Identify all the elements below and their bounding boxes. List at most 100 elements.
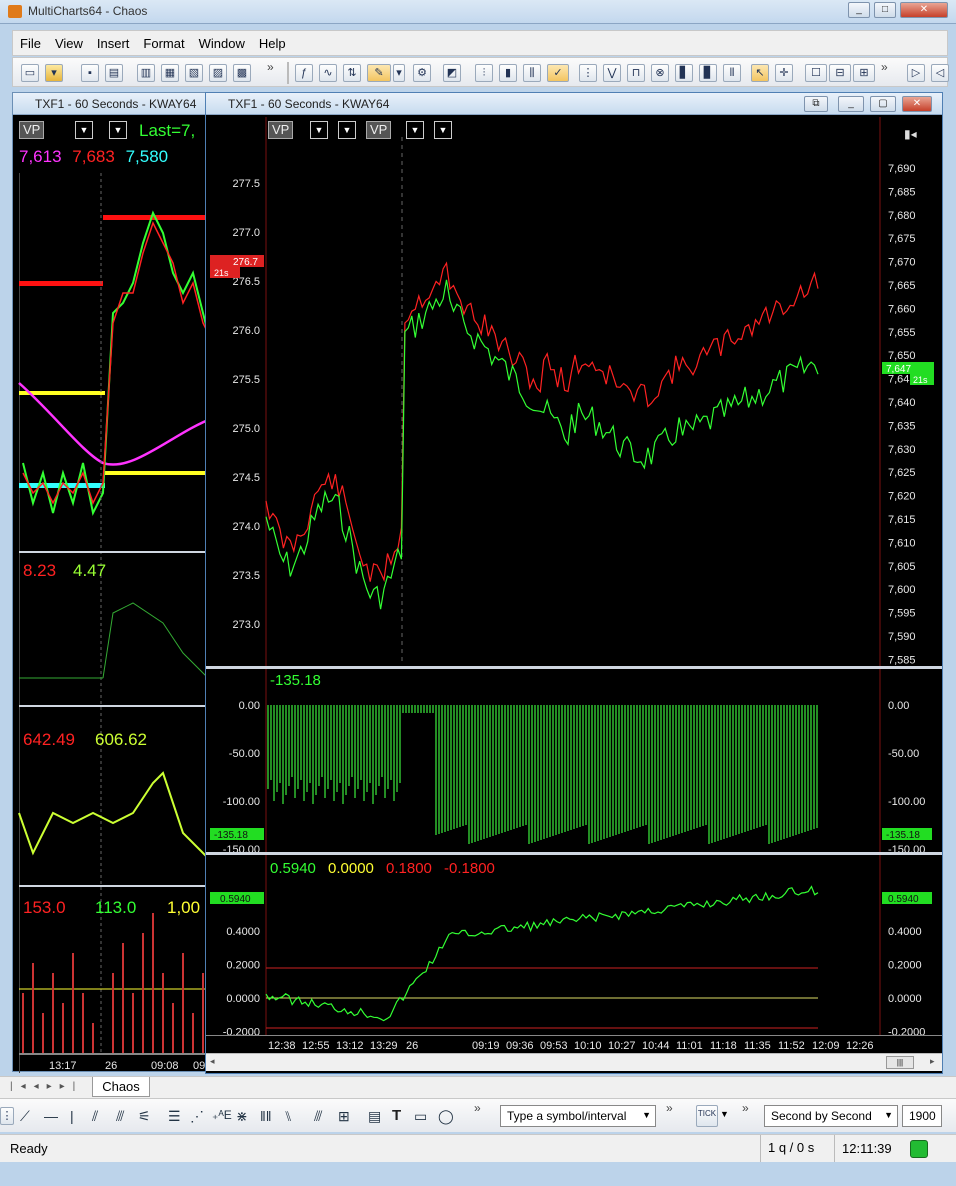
scanner-window-icon[interactable]: ▧ — [185, 64, 203, 82]
trend-line-icon[interactable]: ⟋ — [20, 1108, 30, 1125]
left-axis-tick: 277.0 — [232, 227, 260, 239]
minimize-button[interactable]: _ — [848, 2, 870, 18]
menu-file[interactable]: File — [13, 31, 48, 51]
dom-window-icon[interactable]: ▨ — [209, 64, 227, 82]
insert-signal-icon[interactable]: ⇅ — [343, 64, 361, 82]
gann-fan-icon[interactable]: ⚟ — [138, 1108, 151, 1125]
scroll-right-arrow[interactable]: ▸ — [930, 1056, 935, 1067]
left-chart-window[interactable]: TXF1 - 60 Seconds - KWAY64 VP ▼ ▼ Last=7… — [12, 92, 213, 1073]
format-chart-icon[interactable]: ◩ — [443, 64, 461, 82]
parallel-lines-icon[interactable]: ⫻ — [116, 1108, 124, 1125]
save-icon[interactable]: ▪ — [81, 64, 99, 82]
left-dropdown-1[interactable]: ▼ — [75, 121, 93, 139]
zoom-icon[interactable]: ⊟ — [829, 64, 851, 82]
left-time-label-2: 26 — [105, 1060, 117, 1072]
left-vp-button[interactable]: VP — [19, 121, 45, 139]
scale-icon[interactable]: ⊞ — [853, 64, 875, 82]
renko-icon[interactable]: ▊ — [699, 64, 717, 82]
open-folder-icon[interactable]: ▾ — [45, 64, 63, 82]
chart-window-icon[interactable]: ▥ — [137, 64, 155, 82]
quote-window-icon[interactable]: ▦ — [161, 64, 179, 82]
text-block-icon[interactable]: ▤ — [368, 1108, 381, 1125]
menu-help[interactable]: Help — [252, 31, 293, 51]
scroll-thumb[interactable]: ||| — [886, 1056, 914, 1069]
sheet-tab-chaos[interactable]: Chaos — [92, 1077, 150, 1097]
line-chart-icon[interactable]: ✓ — [547, 64, 569, 82]
channel-icon[interactable]: ⫽ — [92, 1108, 98, 1125]
tick-dropdown-icon[interactable]: ▼ — [720, 1109, 729, 1119]
vertical-line-icon[interactable]: | — [70, 1108, 74, 1124]
volume-bars-icon[interactable]: ▋ — [675, 64, 693, 82]
ellipse-icon[interactable]: ◯ — [438, 1108, 454, 1125]
right-axis-tick: 7,615 — [888, 514, 916, 526]
cycle-lines-icon[interactable]: ⑊ — [284, 1108, 292, 1124]
print-icon[interactable]: ▤ — [105, 64, 123, 82]
insert-study-icon[interactable]: ƒ — [295, 64, 313, 82]
comment-icon[interactable]: ☐ — [805, 64, 827, 82]
scroll-left-icon[interactable]: ▷ — [907, 64, 925, 82]
strategy-icon[interactable]: ⚙ — [413, 64, 431, 82]
tick-icon[interactable]: TICK — [696, 1105, 718, 1127]
window-minimize-button[interactable]: _ — [838, 96, 864, 112]
main-window-title: TXF1 - 60 Seconds - KWAY64 — [206, 93, 942, 115]
close-button[interactable]: ✕ — [900, 2, 948, 18]
rectangle-icon[interactable]: ▭ — [414, 1108, 427, 1125]
left-dropdown-2[interactable]: ▼ — [109, 121, 127, 139]
pointer-icon[interactable]: ↖ — [751, 64, 769, 82]
scroll-left-arrow[interactable]: ◂ — [210, 1056, 215, 1067]
crosshair-icon[interactable]: ✛ — [775, 64, 793, 82]
bars-input[interactable]: 1900 — [902, 1105, 942, 1127]
menu-insert[interactable]: Insert — [90, 31, 137, 51]
text-icon[interactable]: T — [392, 1107, 401, 1124]
mode-select[interactable]: Second by Second ▼ — [764, 1105, 898, 1127]
connection-status-icon[interactable] — [910, 1140, 928, 1158]
toolbar-overflow-icon[interactable]: » — [267, 60, 274, 74]
horizontal-scrollbar[interactable]: ◂ ||| ▸ — [206, 1053, 942, 1071]
toolbar-overflow-icon-2[interactable]: » — [881, 60, 888, 74]
tick-overflow-icon[interactable]: » — [742, 1101, 749, 1115]
sheet-nav-arrows[interactable]: |◂◂▸▸| — [10, 1081, 83, 1092]
window-close-button[interactable]: ✕ — [902, 96, 932, 112]
grid-icon[interactable]: ⊞ — [338, 1108, 350, 1125]
new-chat-icon[interactable]: ▭ — [21, 64, 39, 82]
scroll-right-icon[interactable]: ◁ — [931, 64, 949, 82]
time-axis-label: 09:19 — [472, 1040, 500, 1052]
symbol-input[interactable]: Type a symbol/interval ▼ — [500, 1105, 656, 1127]
pitchfork-icon[interactable]: ⫻ — [314, 1108, 322, 1125]
zigzag-icon[interactable]: ⋁ — [603, 64, 621, 82]
window-options-button[interactable]: ⧉ — [804, 96, 828, 112]
panel3-right-axis: 0.4000 0.2000 0.0000 -0.2000 — [888, 926, 925, 1039]
insert-indicator-icon[interactable]: ∿ — [319, 64, 337, 82]
symbol-overflow-icon[interactable]: » — [666, 1101, 673, 1115]
left-price-marker-sub-text: 21s — [214, 268, 229, 278]
fib-ext-icon[interactable]: ₊ᴬE — [212, 1108, 232, 1122]
window-restore-button[interactable]: ▢ — [870, 96, 896, 112]
point-figure-icon[interactable]: ⊗ — [651, 64, 669, 82]
left-panel4-volume — [22, 913, 204, 1053]
drawing-tool-dropdown-icon[interactable]: ▾ — [393, 64, 405, 82]
menu-view[interactable]: View — [48, 31, 90, 51]
ohlc-bars-icon[interactable]: ⫶ — [475, 64, 493, 82]
left-chart-canvas: 8.23 4.47 642.49 606.62 153.0 113.0 1,00… — [18, 173, 213, 1073]
andrews-icon[interactable]: ⋇ — [236, 1108, 248, 1125]
step-icon[interactable]: ⊓ — [627, 64, 645, 82]
main-chart-window[interactable]: TXF1 - 60 Seconds - KWAY64 ⧉ _ ▢ ✕ VP ▼ … — [205, 92, 943, 1074]
panel-divider-2 — [206, 852, 942, 855]
menu-window[interactable]: Window — [192, 31, 252, 51]
dot-chart-icon[interactable]: ⋮ — [579, 64, 597, 82]
hlc-bars-icon[interactable]: ⫼ — [523, 64, 541, 82]
fibonacci-icon[interactable]: ☰ — [168, 1108, 181, 1125]
drawing-tool-icon[interactable]: ✎ — [367, 64, 391, 82]
symbol-dropdown-icon[interactable]: ▼ — [642, 1110, 651, 1120]
kagi-icon[interactable]: ⫴ — [723, 64, 741, 82]
drawing-overflow-icon[interactable]: » — [474, 1101, 481, 1115]
left-yellow-level-2 — [103, 471, 213, 475]
time-zones-icon[interactable]: ǁǁ — [260, 1108, 272, 1124]
order-window-icon[interactable]: ▩ — [233, 64, 251, 82]
mode-dropdown-icon[interactable]: ▼ — [884, 1110, 893, 1120]
menu-format[interactable]: Format — [136, 31, 191, 51]
horizontal-line-icon[interactable]: — — [44, 1108, 58, 1124]
maximize-button[interactable]: □ — [874, 2, 896, 18]
fib-fan-icon[interactable]: ⋰ — [190, 1108, 204, 1125]
candlestick-icon[interactable]: ▮ — [499, 64, 517, 82]
